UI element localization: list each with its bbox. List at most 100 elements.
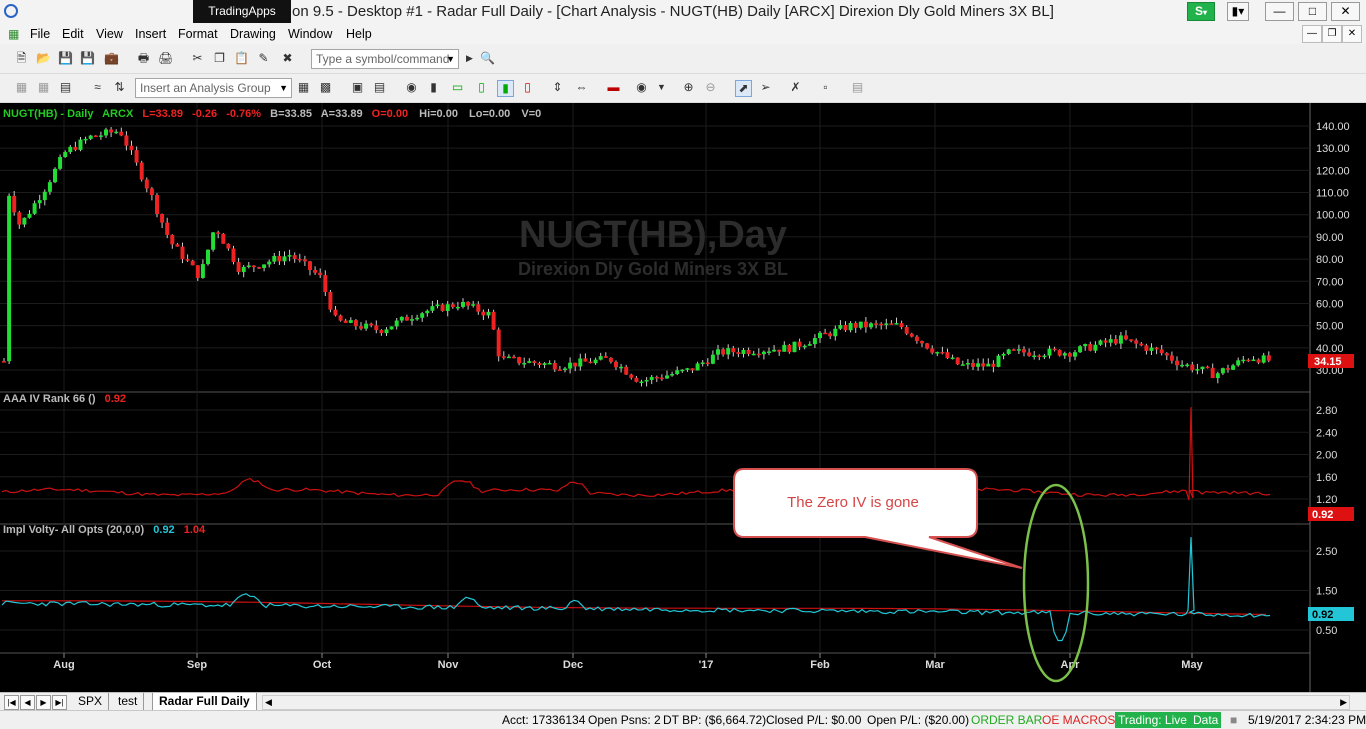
zoom-in-icon[interactable]: ⊕ — [681, 80, 696, 95]
open-folder-icon[interactable]: 📂 — [36, 51, 51, 66]
cursor-cross-icon[interactable]: ⇕ — [550, 80, 565, 95]
zoom-out-icon[interactable]: ⊖ — [703, 80, 718, 95]
drag-icon[interactable]: ➢ — [758, 80, 773, 95]
horizontal-scrollbar[interactable]: ◀ ▶ — [262, 695, 1350, 710]
candle-body — [751, 353, 756, 356]
candlestick-icon[interactable]: ▮ — [497, 80, 514, 97]
candle-body — [379, 330, 384, 334]
line-chart-icon[interactable]: ▭ — [450, 80, 465, 95]
order-bar-button[interactable]: ORDER BAR — [971, 712, 1042, 728]
candle-body — [262, 264, 267, 268]
save-all-icon[interactable]: 💾 — [80, 51, 95, 66]
candle-body — [976, 363, 981, 367]
zoom-chart-icon[interactable]: ▤ — [372, 80, 387, 95]
edit-icon[interactable]: ✎ — [256, 51, 271, 66]
candle-body — [1236, 360, 1241, 366]
hollow-candle-icon[interactable]: ▯ — [520, 80, 535, 95]
binoculars-icon[interactable]: ◉ — [404, 80, 419, 95]
chevron-down-icon[interactable]: ▼ — [446, 50, 455, 68]
menu-view[interactable]: View — [96, 24, 123, 44]
workspace-icon[interactable]: 💼 — [104, 51, 119, 66]
properties-icon[interactable]: ▤ — [850, 80, 865, 95]
iv-tick-label: 2.50 — [1316, 546, 1337, 558]
save-icon[interactable]: 💾 — [58, 51, 73, 66]
spacing-icon[interactable]: ⇔ — [574, 80, 589, 95]
candle-body — [1226, 368, 1230, 370]
first-tab-icon[interactable]: |◀ — [4, 695, 19, 710]
radar-icon[interactable]: ◉ — [634, 80, 649, 95]
candle-body — [476, 304, 481, 312]
pointer-icon[interactable]: ⬈ — [735, 80, 752, 97]
scroll-right-icon[interactable]: ▶ — [1340, 696, 1347, 709]
menu-format[interactable]: Format — [178, 24, 218, 44]
last-tab-icon[interactable]: ▶| — [52, 695, 67, 710]
symbol-input[interactable]: Type a symbol/command ▼ — [311, 49, 459, 69]
data-window-icon[interactable]: ▤ — [58, 80, 73, 95]
data-indicator[interactable]: Data — [1190, 712, 1222, 728]
interval-icon[interactable]: ▣ — [350, 80, 365, 95]
iv-rank-value: 0.92 — [105, 393, 126, 405]
tradingapps-button[interactable]: TradingApps — [193, 0, 291, 23]
trading-live-indicator[interactable]: Trading: Live — [1115, 712, 1190, 728]
status-account: Acct: 17336134 — [502, 713, 586, 727]
candle-body — [1159, 349, 1164, 354]
chevron-down-icon[interactable]: ▼ — [279, 79, 288, 97]
info-menu-button[interactable]: ▮▾ — [1227, 2, 1249, 21]
analysis-group-select[interactable]: Insert an Analysis Group ▼ — [135, 78, 292, 98]
indicator-icon[interactable]: ≈ — [90, 80, 105, 95]
close-button[interactable]: ✕ — [1331, 2, 1360, 21]
tab-radar-full-daily[interactable]: Radar Full Daily — [152, 693, 257, 711]
play-icon[interactable]: ▶ — [462, 51, 477, 66]
chart-area[interactable]: NUGT(HB),Day Direxion Dly Gold Miners 3X… — [0, 103, 1366, 692]
scroll-left-icon[interactable]: ◀ — [265, 696, 272, 709]
order-ticket-icon[interactable]: ▫ — [818, 80, 833, 95]
table-icon[interactable]: ▦ — [36, 80, 51, 95]
candle-body — [134, 150, 139, 163]
print-preview-icon[interactable]: 🖶 — [136, 51, 151, 66]
tab-spx[interactable]: SPX — [72, 693, 110, 710]
mdi-close-icon[interactable]: ✕ — [1342, 25, 1362, 43]
insert-symbol-icon[interactable]: ▩ — [318, 80, 333, 95]
s-status-button[interactable]: S▾ — [1187, 2, 1215, 21]
header-lo: Lo=0.00 — [469, 108, 510, 120]
paste-icon[interactable]: 📋 — [234, 51, 249, 66]
menu-insert[interactable]: Insert — [135, 24, 166, 44]
print-icon[interactable]: 🖨 — [158, 51, 173, 66]
copy-icon[interactable]: ❐ — [212, 51, 227, 66]
mdi-restore-icon[interactable]: ❐ — [1322, 25, 1342, 43]
maximize-button[interactable]: □ — [1298, 2, 1327, 21]
candle-body — [226, 243, 231, 249]
symbol-lookup-icon[interactable]: 🔍 — [480, 51, 495, 66]
prev-tab-icon[interactable]: ◀ — [20, 695, 35, 710]
tab-test[interactable]: test — [112, 693, 145, 710]
chevron-down-icon[interactable]: ▼ — [654, 80, 669, 95]
oe-macros-button[interactable]: OE MACROS — [1042, 712, 1115, 728]
app-icon[interactable] — [4, 4, 18, 18]
ohlc-icon[interactable]: ▯ — [474, 80, 489, 95]
minimize-button[interactable]: — — [1265, 2, 1294, 21]
menu-help[interactable]: Help — [346, 24, 372, 44]
menu-window[interactable]: Window — [288, 24, 332, 44]
chart-doc-icon[interactable]: ▦ — [8, 27, 19, 41]
menu-file[interactable]: File — [30, 24, 50, 44]
bar-chart-icon[interactable]: ▮ — [426, 80, 441, 95]
cut-icon[interactable]: ✂ — [190, 51, 205, 66]
menu-drawing[interactable]: Drawing — [230, 24, 276, 44]
tools-icon[interactable]: ✗ — [788, 80, 803, 95]
callout-bubble[interactable] — [733, 468, 1023, 569]
mdi-minimize-icon[interactable]: — — [1302, 25, 1322, 43]
format-chart-icon[interactable]: ▦ — [296, 80, 311, 95]
next-tab-icon[interactable]: ▶ — [36, 695, 51, 710]
delete-icon[interactable]: ✖ — [280, 51, 295, 66]
highlight-ellipse[interactable] — [1022, 483, 1090, 683]
menu-edit[interactable]: Edit — [62, 24, 84, 44]
chart-svg[interactable]: NUGT(HB),Day Direxion Dly Gold Miners 3X… — [0, 103, 1366, 692]
grid-icon[interactable]: ▦ — [14, 80, 29, 95]
color-bar-icon[interactable]: ▬ — [606, 80, 621, 95]
candle-body — [287, 255, 292, 257]
candle-body — [823, 332, 828, 335]
strategy-icon[interactable]: ⇅ — [112, 80, 127, 95]
candle-body — [1144, 345, 1149, 351]
new-file-icon[interactable]: 🗎 — [14, 51, 29, 66]
chart-toolbar: ▦ ▦ ▤ ≈ ⇅ Insert an Analysis Group ▼ ▦ ▩… — [0, 74, 1366, 103]
